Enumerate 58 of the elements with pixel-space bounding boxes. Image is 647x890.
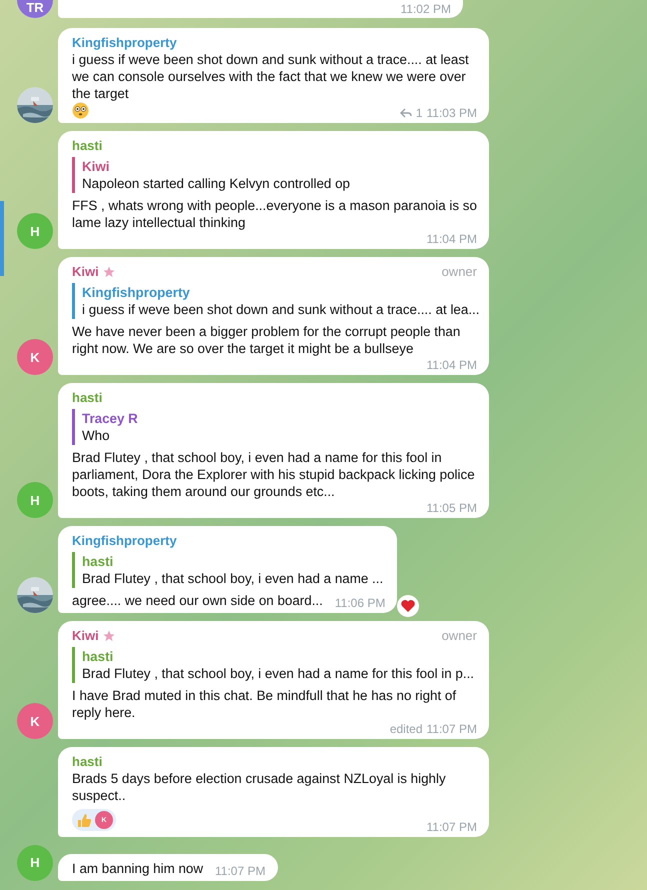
user-avatar[interactable]: H bbox=[17, 482, 53, 518]
message-time: 11:06 PM bbox=[334, 596, 386, 610]
sender-name[interactable]: Kiwi bbox=[72, 627, 99, 644]
message-time: 11:07 PM bbox=[215, 864, 266, 878]
message-text: FFS , whats wrong with people...everyone is a mason paranoia is so lame lazy intellectual thinking bbox=[72, 197, 477, 231]
quoted-sender: Tracey R bbox=[82, 410, 139, 427]
message-text: I have Brad muted in this chat. Be mindfull that he has no right of reply here. bbox=[72, 687, 458, 721]
message-time: 11:02 PM bbox=[400, 2, 451, 16]
message-time: 11:04 PM bbox=[426, 232, 477, 246]
edited-label: edited bbox=[390, 722, 423, 736]
message-bubble[interactable]: Kingfishproperty hasti Brad Flutey , that school boy, i even had a name ... agree.... we need our own side on board... 11:06 PM bbox=[58, 526, 398, 613]
sender-name[interactable]: hasti bbox=[72, 753, 102, 770]
user-avatar[interactable]: H bbox=[17, 844, 53, 880]
message-text: I am banning him now bbox=[72, 860, 204, 876]
user-avatar[interactable]: K bbox=[17, 339, 53, 375]
quoted-sender: Kiwi bbox=[82, 158, 111, 175]
user-avatar[interactable]: TR bbox=[17, 0, 53, 18]
message-time: 11:07 PM bbox=[426, 820, 477, 834]
message-bubble[interactable] bbox=[58, 383, 489, 518]
user-avatar[interactable]: H bbox=[17, 213, 53, 249]
message-text: agree.... we need our own side on board... bbox=[72, 592, 323, 609]
message-text: Brad Flutey , that school boy, i even had a name for this fool in parliament, Dora the Explorer with his stupid backpack licking police boots, taking them around our grounds etc... bbox=[72, 449, 476, 500]
reply-quote[interactable]: Tracey R Who bbox=[72, 409, 477, 445]
role-label: owner bbox=[442, 263, 477, 280]
quoted-sender: hasti bbox=[82, 648, 114, 665]
role-label: owner bbox=[442, 627, 477, 644]
message-text: i guess if weve been shot down and sunk without a trace.... at least we can console ourselves with the fact that we knew we were over the target bbox=[72, 51, 470, 102]
quoted-text: Brad Flutey , that school boy, i even had a name ... bbox=[82, 570, 384, 587]
reply-quote[interactable]: hasti Brad Flutey , that school boy, i even had a name ... bbox=[72, 552, 386, 588]
quoted-text: i guess if weve been shot down and sunk without a trace.... at lea... bbox=[82, 301, 477, 318]
message-text: We have never been a bigger problem for the corrupt people than right now. We are so over the target it might be a bullseye bbox=[72, 323, 462, 357]
quoted-text: Who bbox=[82, 427, 111, 444]
sender-name[interactable]: hasti bbox=[72, 389, 102, 406]
reply-quote[interactable]: Kingfishproperty i guess if weve been shot down and sunk without a trace.... at lea... bbox=[72, 283, 477, 319]
message-bubble[interactable]: I am banning him now 11:07 PM bbox=[58, 854, 278, 880]
message-text: Brads 5 days before election crusade against NZLoyal is highly suspect.. bbox=[72, 770, 447, 804]
message-bubble[interactable]: hasti Kiwi Napoleon started calling Kelvyn controlled op FFS , whats wrong with people...everyone is a mason paranoia is so lame lazy intellectual thinking 11:04 PM bbox=[58, 131, 489, 249]
reply-count: 1 bbox=[416, 106, 423, 120]
message-bubble[interactable]: 11:02 PM bbox=[58, 0, 463, 18]
reply-icon bbox=[400, 108, 412, 118]
quoted-text: Brad Flutey , that school boy, i even had a name for this fool in p... bbox=[82, 665, 476, 682]
reply-quote[interactable]: hasti Brad Flutey , that school boy, i even had a name for this fool in p... bbox=[72, 647, 477, 683]
user-avatar[interactable]: K bbox=[17, 703, 53, 739]
sender-name[interactable]: Kiwi bbox=[72, 263, 99, 280]
message-time: 11:07 PM bbox=[426, 722, 477, 736]
message-time: 11:04 PM bbox=[426, 358, 477, 372]
quoted-sender: hasti bbox=[82, 553, 114, 570]
quoted-sender: Kingfishproperty bbox=[82, 284, 191, 301]
message-bubble[interactable]: Kiwi owner hasti Brad Flutey , that school boy, i even had a name for this fool in p... I have Brad muted in this chat. Be mindfull that he has no right of reply here. edited 11:07 PM bbox=[58, 621, 489, 739]
message-time: 11:05 PM bbox=[426, 501, 477, 515]
message-bubble[interactable] bbox=[58, 257, 489, 375]
sender-name[interactable]: hasti bbox=[72, 137, 102, 154]
sender-name[interactable]: Kingfishproperty bbox=[72, 34, 177, 51]
sender-name[interactable]: Kingfishproperty bbox=[72, 532, 177, 549]
message-bubble[interactable]: Kingfishproperty i guess if weve been shot down and sunk without a trace.... at least we can console ourselves with the fact that we knew we were over the target 1 11:03 PM bbox=[58, 28, 489, 123]
quoted-text: Napoleon started calling Kelvyn controlled op bbox=[82, 175, 351, 192]
reply-quote[interactable]: Kiwi Napoleon started calling Kelvyn controlled op bbox=[72, 157, 477, 193]
message-time: 11:03 PM bbox=[426, 106, 477, 120]
